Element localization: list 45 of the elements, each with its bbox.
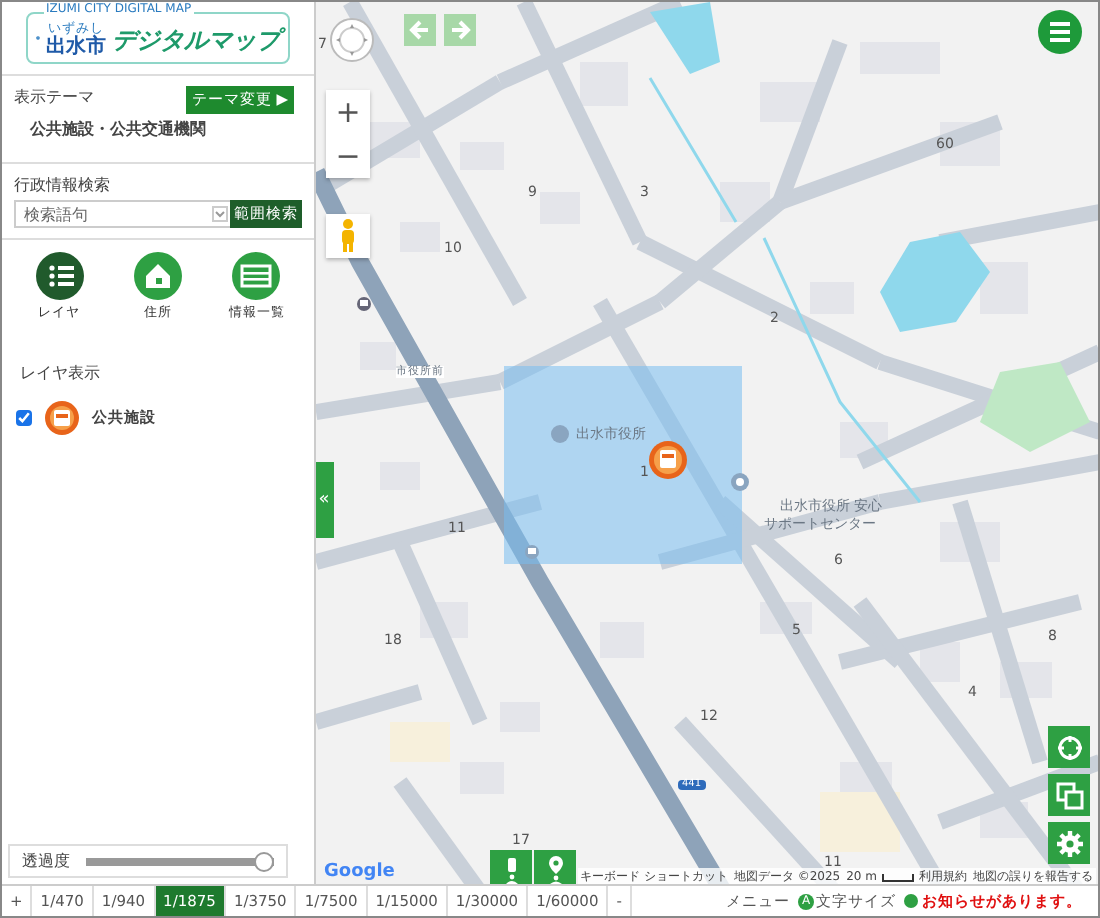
pond-shape xyxy=(880,232,990,332)
crosshair-icon xyxy=(1055,733,1083,761)
building xyxy=(580,62,628,106)
bus-stop-icon xyxy=(356,296,372,312)
copy-button[interactable] xyxy=(1048,774,1090,816)
right-arrow-icon xyxy=(444,14,476,46)
pin-person-icon xyxy=(543,855,567,883)
person-icon xyxy=(336,218,360,254)
opacity-label: 透過度 xyxy=(22,850,70,872)
layer-heading: レイヤ表示 xyxy=(20,362,102,384)
current-theme: 公共施設・公共交通機関 xyxy=(30,118,208,140)
search-label: 行政情報検索 xyxy=(14,174,110,196)
scale-bar xyxy=(881,873,913,881)
public-facility-icon xyxy=(44,400,80,436)
map-pin-icon xyxy=(550,424,570,444)
left-arrow-icon xyxy=(404,14,436,46)
bus-stop-icon xyxy=(524,544,540,560)
map-pin-icon xyxy=(730,472,750,492)
search-field[interactable]: 検索語句 xyxy=(14,200,232,228)
theme-label: 表示テーマ xyxy=(14,86,94,108)
water-area xyxy=(650,2,720,74)
compass-icon xyxy=(330,18,374,62)
crosshair-button[interactable] xyxy=(1048,726,1090,768)
dropdown-caret-icon xyxy=(212,206,228,222)
layer-checkbox[interactable] xyxy=(16,410,32,426)
opacity-slider[interactable] xyxy=(86,851,274,871)
building xyxy=(600,622,644,658)
building xyxy=(810,282,854,314)
battery-person-button[interactable] xyxy=(490,850,532,884)
building xyxy=(360,342,396,370)
sand-area xyxy=(820,792,900,852)
google-logo: Google xyxy=(324,864,395,882)
copy-icon xyxy=(1055,781,1083,809)
building xyxy=(980,262,1028,314)
zoom-in-button[interactable]: + xyxy=(326,90,370,134)
pin-person-button[interactable] xyxy=(534,850,576,884)
public-facility-marker-icon xyxy=(648,440,688,480)
logo-city: 出水市 xyxy=(46,35,106,58)
zoom-out-button[interactable]: − xyxy=(326,134,370,178)
menu-icon[interactable] xyxy=(1038,10,1082,54)
settings-icon xyxy=(1055,829,1083,857)
settings-button[interactable] xyxy=(1048,822,1090,864)
notice-dot-icon xyxy=(904,894,918,908)
park-area xyxy=(980,362,1090,452)
street-view-button[interactable] xyxy=(326,214,370,258)
